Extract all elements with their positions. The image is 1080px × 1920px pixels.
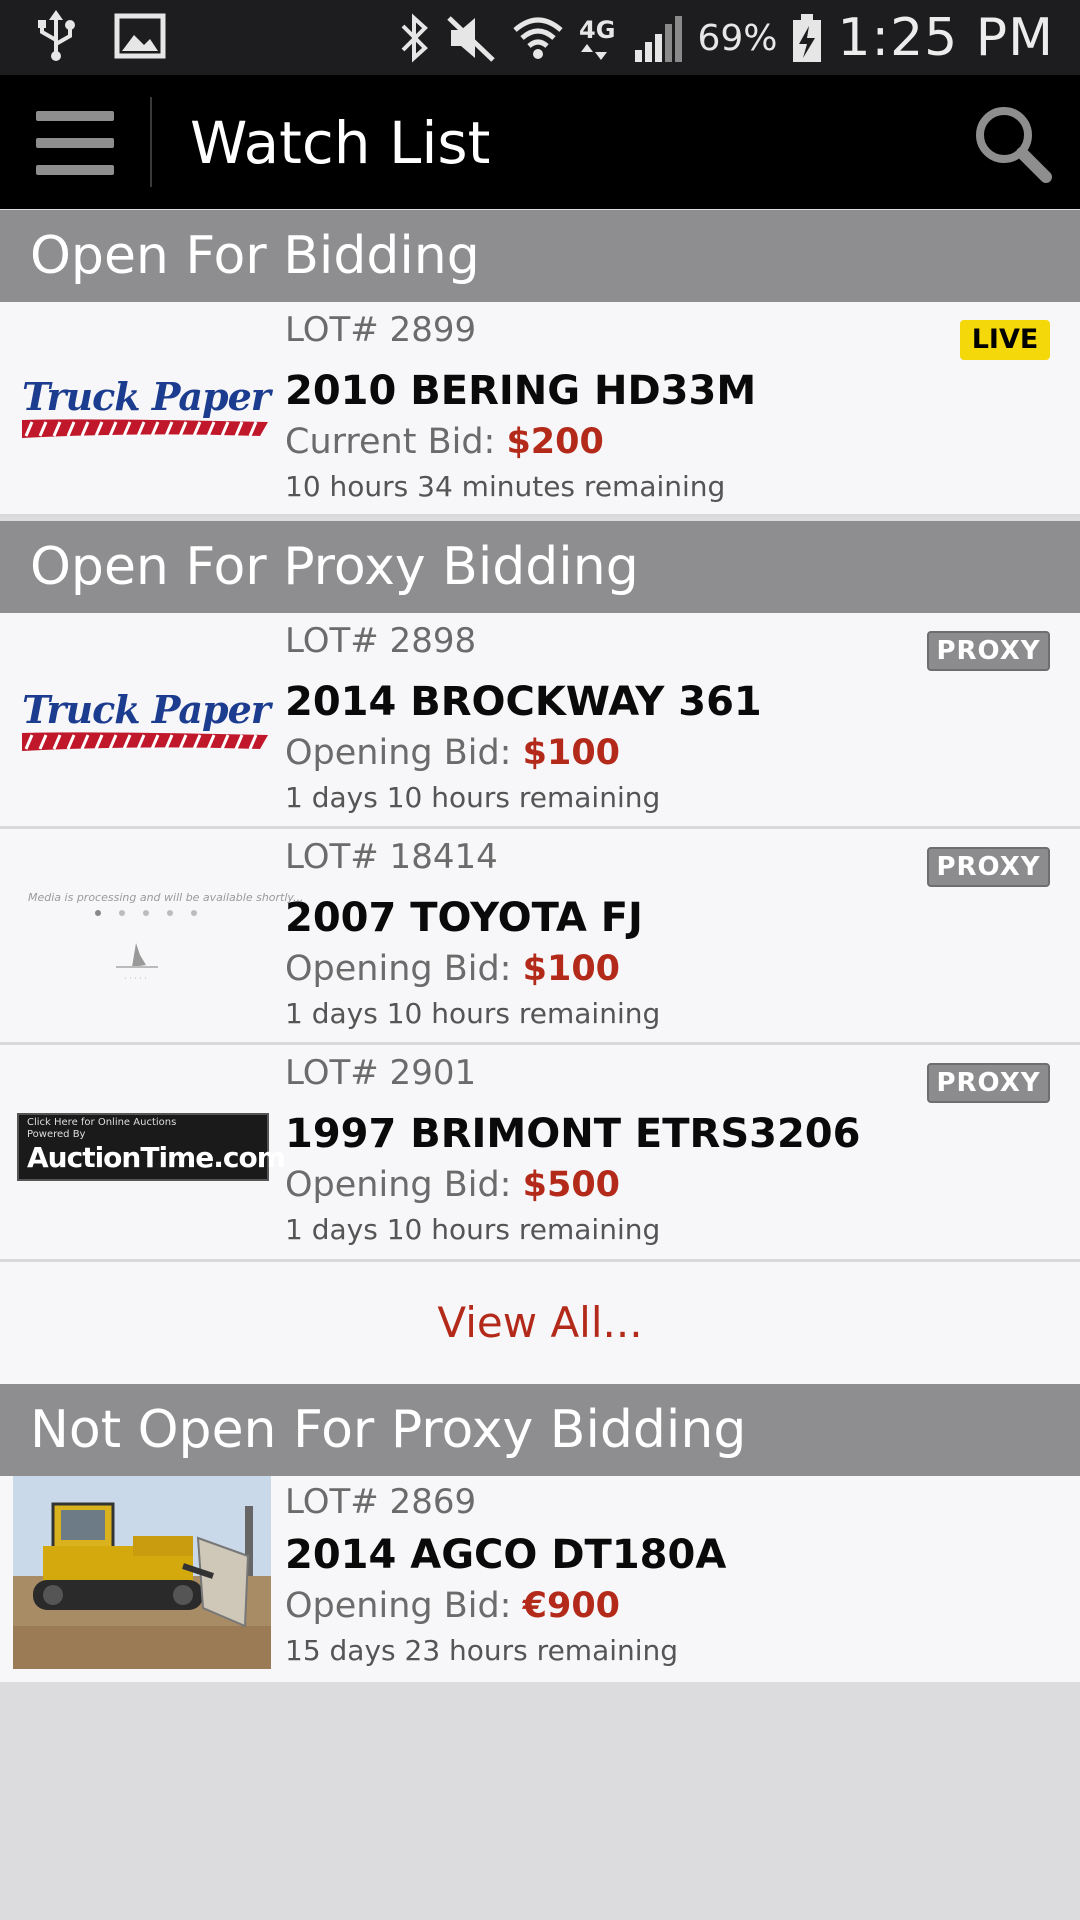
lot-row[interactable]: Click Here for Online Auctions Powered B… [0,1045,1080,1262]
bid-label: Opening Bid: [285,1586,523,1626]
signal-icon [633,12,683,64]
proxy-badge: PROXY [927,847,1050,887]
lot-bid: Opening Bid: $100 [285,949,620,989]
lot-remaining: 15 days 23 hours remaining [285,1634,679,1667]
bid-amount: $500 [522,1165,621,1205]
clock: 1:25 PM [837,8,1054,68]
lot-title: 2014 AGCO DT180A [285,1532,727,1578]
auctiontime-logo: Click Here for Online Auctions Powered B… [17,1113,286,1181]
page-title: Watch List [190,109,491,177]
wifi-icon [511,12,565,64]
lot-title: 2007 TOYOTA FJ [285,895,643,941]
image-icon [114,13,166,59]
lot-remaining: 10 hours 34 minutes remaining [285,470,726,503]
bluetooth-icon [397,12,431,64]
view-all-link[interactable]: View All... [0,1262,1080,1384]
lot-bid: Opening Bid: $500 [285,1165,620,1205]
bid-label: Current Bid: [285,422,507,462]
lot-bid: Opening Bid: €900 [285,1586,620,1626]
media-processing-placeholder: Media is processing and will be availabl… [28,891,304,983]
lot-number: LOT# 18414 [285,837,498,877]
lot-title: 1997 BRIMONT ETRS3206 [285,1111,861,1157]
usb-icon [34,10,78,62]
lot-bid: Current Bid: $200 [285,422,604,462]
mute-icon [445,12,497,64]
lot-remaining: 1 days 10 hours remaining [285,781,661,814]
lot-title: 2010 BERING HD33M [285,368,757,414]
lot-bid: Opening Bid: $100 [285,733,620,773]
status-bar: 4G 69% 1:25 PM [0,0,1080,75]
network-4g-icon: 4G [579,12,619,64]
battery-charging-icon [791,12,823,64]
lot-number: LOT# 2901 [285,1053,477,1093]
lot-row[interactable]: Truck Paper LOT# 2898 PROXY 2014 BROCKWA… [0,613,1080,829]
bid-amount: €900 [522,1586,621,1626]
lot-row[interactable]: Media is processing and will be availabl… [0,829,1080,1045]
bid-amount: $200 [506,422,604,462]
live-badge: LIVE [960,320,1050,360]
lot-title: 2014 BROCKWAY 361 [285,679,762,725]
svg-text:· · · · ·: · · · · · [124,974,147,983]
section-header-not-open-for-proxy-bidding: Not Open For Proxy Bidding [0,1384,1080,1476]
bulldozer-photo [13,1476,271,1669]
lot-remaining: 1 days 10 hours remaining [285,997,661,1030]
lot-number: LOT# 2898 [285,621,477,661]
bid-label: Opening Bid: [285,1165,523,1205]
proxy-badge: PROXY [927,631,1050,671]
battery-percent: 69% [697,17,778,59]
svg-text:4G: 4G [579,16,615,44]
truck-paper-logo: Truck Paper [22,374,271,438]
bid-amount: $100 [522,733,621,773]
lot-remaining: 1 days 10 hours remaining [285,1213,661,1246]
menu-icon[interactable] [36,111,114,175]
truck-paper-logo: Truck Paper [22,687,271,751]
action-bar: Watch List [0,75,1080,209]
section-header-open-for-bidding: Open For Bidding [0,210,1080,302]
lot-number: LOT# 2869 [285,1482,477,1522]
search-icon[interactable] [972,103,1052,183]
bid-label: Opening Bid: [285,733,523,773]
section-header-open-for-proxy-bidding: Open For Proxy Bidding [0,521,1080,613]
bid-label: Opening Bid: [285,949,523,989]
proxy-badge: PROXY [927,1063,1050,1103]
lot-number: LOT# 2899 [285,310,477,350]
lot-row[interactable]: Truck Paper LOT# 2899 LIVE 2010 BERING H… [0,302,1080,517]
action-bar-divider [150,97,152,187]
lot-row[interactable]: LOT# 2869 2014 AGCO DT180A Opening Bid: … [0,1476,1080,1682]
bid-amount: $100 [522,949,621,989]
empty-area [0,1682,1080,1920]
